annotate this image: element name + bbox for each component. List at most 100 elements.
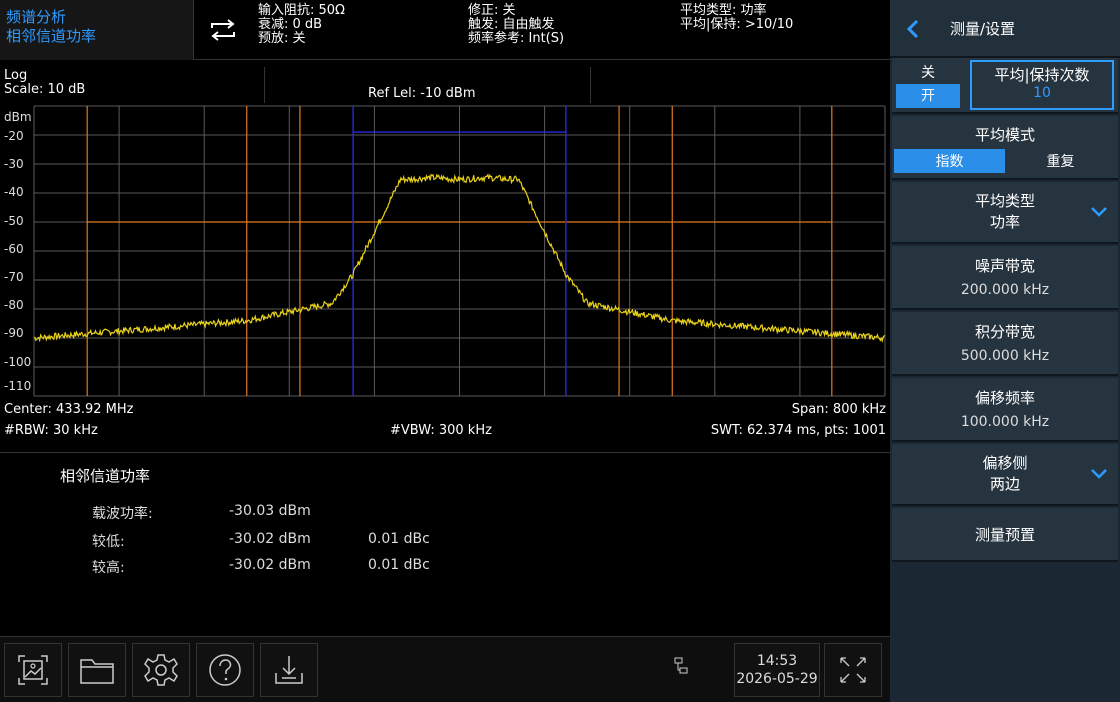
expand-icon	[840, 657, 866, 683]
y-tick-label: -90	[4, 326, 24, 340]
center-freq[interactable]: Center: 433.92 MHz	[4, 401, 133, 418]
input-settings-info[interactable]: 输入阻抗: 50Ω 衰减: 0 dB 预放: 关	[258, 4, 345, 46]
screenshot-button[interactable]	[4, 643, 62, 697]
graph-header: Log Scale: 10 dB Ref Lel: -10 dBm	[0, 61, 890, 103]
spectrum-plot	[33, 105, 886, 397]
average-hold-count-value: 10	[1033, 85, 1051, 101]
offset-frequency-label: 偏移频率	[974, 389, 1035, 407]
y-tick-label: -40	[4, 185, 24, 199]
result-power: -30.02 dBm	[229, 557, 311, 573]
sweep-mode-button[interactable]	[194, 0, 252, 60]
bottom-toolbar: 14:53 2026-05-29	[0, 636, 890, 702]
offset-side-menu[interactable]: 偏移侧 两边	[892, 444, 1118, 506]
file-manager-button[interactable]	[68, 643, 126, 697]
average-mode-repeat[interactable]: 重复	[1005, 149, 1116, 173]
attenuation: 衰减: 0 dB	[258, 17, 323, 32]
status-bar: 频谱分析 相邻信道功率 输入阻抗: 50Ω 衰减: 0 dB 预放: 关 修正:…	[0, 0, 890, 60]
y-tick-label: -30	[4, 157, 24, 171]
clock-date: 2026-05-29	[736, 671, 818, 687]
average-hold-menu: 关 开 平均|保持次数 10	[892, 58, 1118, 114]
save-button[interactable]	[260, 643, 318, 697]
scale-type: Log	[4, 68, 28, 83]
fullscreen-button[interactable]	[824, 643, 882, 697]
span[interactable]: Span: 800 kHz	[792, 401, 886, 418]
result-label: 较高:	[92, 560, 125, 576]
y-tick-label: -50	[4, 214, 24, 228]
average-hold-count-label: 平均|保持次数	[994, 66, 1090, 84]
y-axis-unit: dBm	[4, 110, 32, 124]
screenshot-icon	[18, 655, 48, 685]
spectrum-graph[interactable]: dBm -20 -30 -40 -50 -60 -70 -80 -90 -100…	[0, 103, 890, 399]
chevron-left-icon	[906, 19, 919, 39]
rbw[interactable]: #RBW: 30 kHz	[4, 422, 98, 439]
result-relative: 0.01 dBc	[368, 557, 430, 573]
ref-level[interactable]: Ref Lel: -10 dBm	[368, 86, 476, 101]
average-type-value: 功率	[989, 213, 1020, 231]
repeat-icon	[211, 19, 235, 41]
average-mode-label: 平均模式	[974, 126, 1035, 144]
vbw[interactable]: #VBW: 300 kHz	[390, 422, 492, 439]
results-panel: 相邻信道功率 载波功率: -30.03 dBm 较低: -30.02 dBm 0…	[0, 452, 890, 636]
help-icon	[209, 654, 241, 686]
scale-info[interactable]: Log Scale: 10 dB	[4, 69, 85, 97]
freq-ref: 频率参考: Int(S)	[468, 31, 565, 46]
measurement-name: 相邻信道功率	[6, 27, 97, 45]
integration-bandwidth-label: 积分带宽	[974, 323, 1035, 341]
average-type-label: 平均类型	[974, 192, 1035, 210]
result-label: 较低:	[92, 534, 125, 550]
y-tick-label: -80	[4, 298, 24, 312]
chevron-down-icon	[1091, 207, 1107, 217]
offset-frequency-button[interactable]: 偏移频率 100.000 kHz	[892, 378, 1118, 442]
result-power: -30.03 dBm	[229, 503, 311, 519]
integration-bandwidth-button[interactable]: 积分带宽 500.000 kHz	[892, 312, 1118, 376]
noise-bandwidth-label: 噪声带宽	[974, 257, 1035, 275]
folder-icon	[80, 659, 114, 684]
result-label: 载波功率:	[92, 506, 153, 522]
results-title: 相邻信道功率	[60, 467, 151, 485]
scale-per-div: Scale: 10 dB	[4, 82, 86, 97]
average-type-menu[interactable]: 平均类型 功率	[892, 182, 1118, 244]
average-on-option[interactable]: 开	[896, 84, 960, 108]
average-mode-selector: 指数 重复	[894, 149, 1116, 173]
average-mode-exponential[interactable]: 指数	[894, 149, 1005, 173]
trigger-settings-info[interactable]: 修正: 关 触发: 自由触发 频率参考: Int(S)	[468, 4, 564, 46]
panel-title: 测量/设置	[950, 20, 1016, 38]
system-clock[interactable]: 14:53 2026-05-29	[734, 643, 820, 697]
graph-footer: Center: 433.92 MHz #RBW: 30 kHz #VBW: 30…	[0, 401, 890, 445]
average-settings-info[interactable]: 平均类型: 功率 平均|保持: >10/10	[680, 4, 793, 32]
trigger: 触发: 自由触发	[468, 17, 555, 32]
sweep-time[interactable]: SWT: 62.374 ms, pts: 1001	[711, 422, 886, 439]
result-relative: 0.01 dBc	[368, 531, 430, 547]
average-type-info: 平均类型: 功率	[680, 3, 767, 18]
mode-name: 频谱分析	[6, 8, 67, 26]
header-divider	[264, 67, 265, 103]
settings-button[interactable]	[132, 643, 190, 697]
mode-indicator[interactable]: 频谱分析 相邻信道功率	[0, 0, 194, 60]
input-impedance: 输入阻抗: 50Ω	[258, 3, 345, 18]
average-off-option[interactable]: 关	[896, 62, 960, 82]
measurement-preset-label: 测量预置	[974, 526, 1035, 544]
help-button[interactable]	[196, 643, 254, 697]
measurement-preset-button[interactable]: 测量预置	[892, 508, 1118, 562]
y-tick-label: -100	[4, 355, 32, 369]
noise-bandwidth-value: 200.000 kHz	[960, 282, 1050, 298]
correction: 修正: 关	[468, 3, 516, 18]
chevron-down-icon	[1091, 469, 1107, 479]
clock-time: 14:53	[756, 653, 798, 669]
average-hold-count-button[interactable]: 平均|保持次数 10	[970, 60, 1114, 110]
preamp: 预放: 关	[258, 31, 306, 46]
y-tick-label: -20	[4, 129, 24, 143]
integration-bandwidth-value: 500.000 kHz	[960, 348, 1050, 364]
noise-bandwidth-button[interactable]: 噪声带宽 200.000 kHz	[892, 246, 1118, 310]
softkey-panel: 测量/设置 关 开 平均|保持次数 10 平均模式 指数 重复 平均类型 功率 …	[890, 0, 1120, 702]
offset-side-label: 偏移侧	[982, 454, 1028, 472]
average-mode-menu: 平均模式 指数 重复	[892, 116, 1118, 180]
y-tick-label: -70	[4, 270, 24, 284]
offset-side-value: 两边	[989, 475, 1020, 493]
y-tick-label: -110	[4, 379, 32, 393]
network-status-icon[interactable]	[674, 657, 688, 679]
result-power: -30.02 dBm	[229, 531, 311, 547]
back-button[interactable]	[890, 0, 936, 58]
header-divider	[590, 67, 591, 103]
offset-frequency-value: 100.000 kHz	[960, 414, 1050, 430]
